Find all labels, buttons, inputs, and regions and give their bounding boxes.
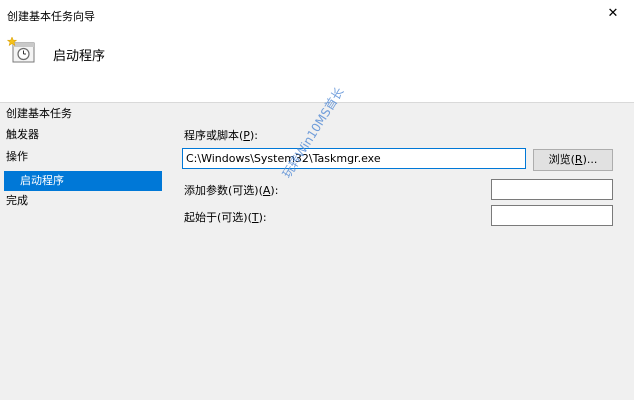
program-path-input[interactable]: C:\Windows\System32\Taskmgr.exe	[182, 148, 526, 169]
wizard-nav: 创建基本任务 触发器 操作 启动程序 完成	[0, 103, 170, 400]
window-title: 创建基本任务向导	[7, 10, 95, 23]
wizard-header: 启动程序	[0, 30, 634, 102]
arguments-input[interactable]	[491, 179, 613, 200]
nav-item-create-task[interactable]: 创建基本任务	[6, 104, 72, 124]
title-bar: 创建基本任务向导 ✕	[0, 0, 634, 30]
start-in-label: 起始于(可选)(T):	[184, 211, 267, 224]
page-title: 启动程序	[53, 49, 106, 64]
close-button[interactable]: ✕	[600, 2, 626, 26]
start-in-input[interactable]	[491, 205, 613, 226]
nav-item-finish[interactable]: 完成	[6, 191, 28, 211]
nav-item-action[interactable]: 操作	[6, 147, 28, 167]
task-scheduler-icon	[6, 36, 37, 66]
nav-item-trigger[interactable]: 触发器	[6, 125, 39, 145]
nav-item-start-program[interactable]: 启动程序	[4, 171, 162, 191]
wizard-content: 创建基本任务 触发器 操作 启动程序 完成 程序或脚本(P): C:\Windo…	[0, 103, 634, 400]
browse-button[interactable]: 浏览(R)...	[533, 149, 613, 171]
program-label: 程序或脚本(P):	[184, 129, 258, 142]
arguments-label: 添加参数(可选)(A):	[184, 184, 279, 197]
